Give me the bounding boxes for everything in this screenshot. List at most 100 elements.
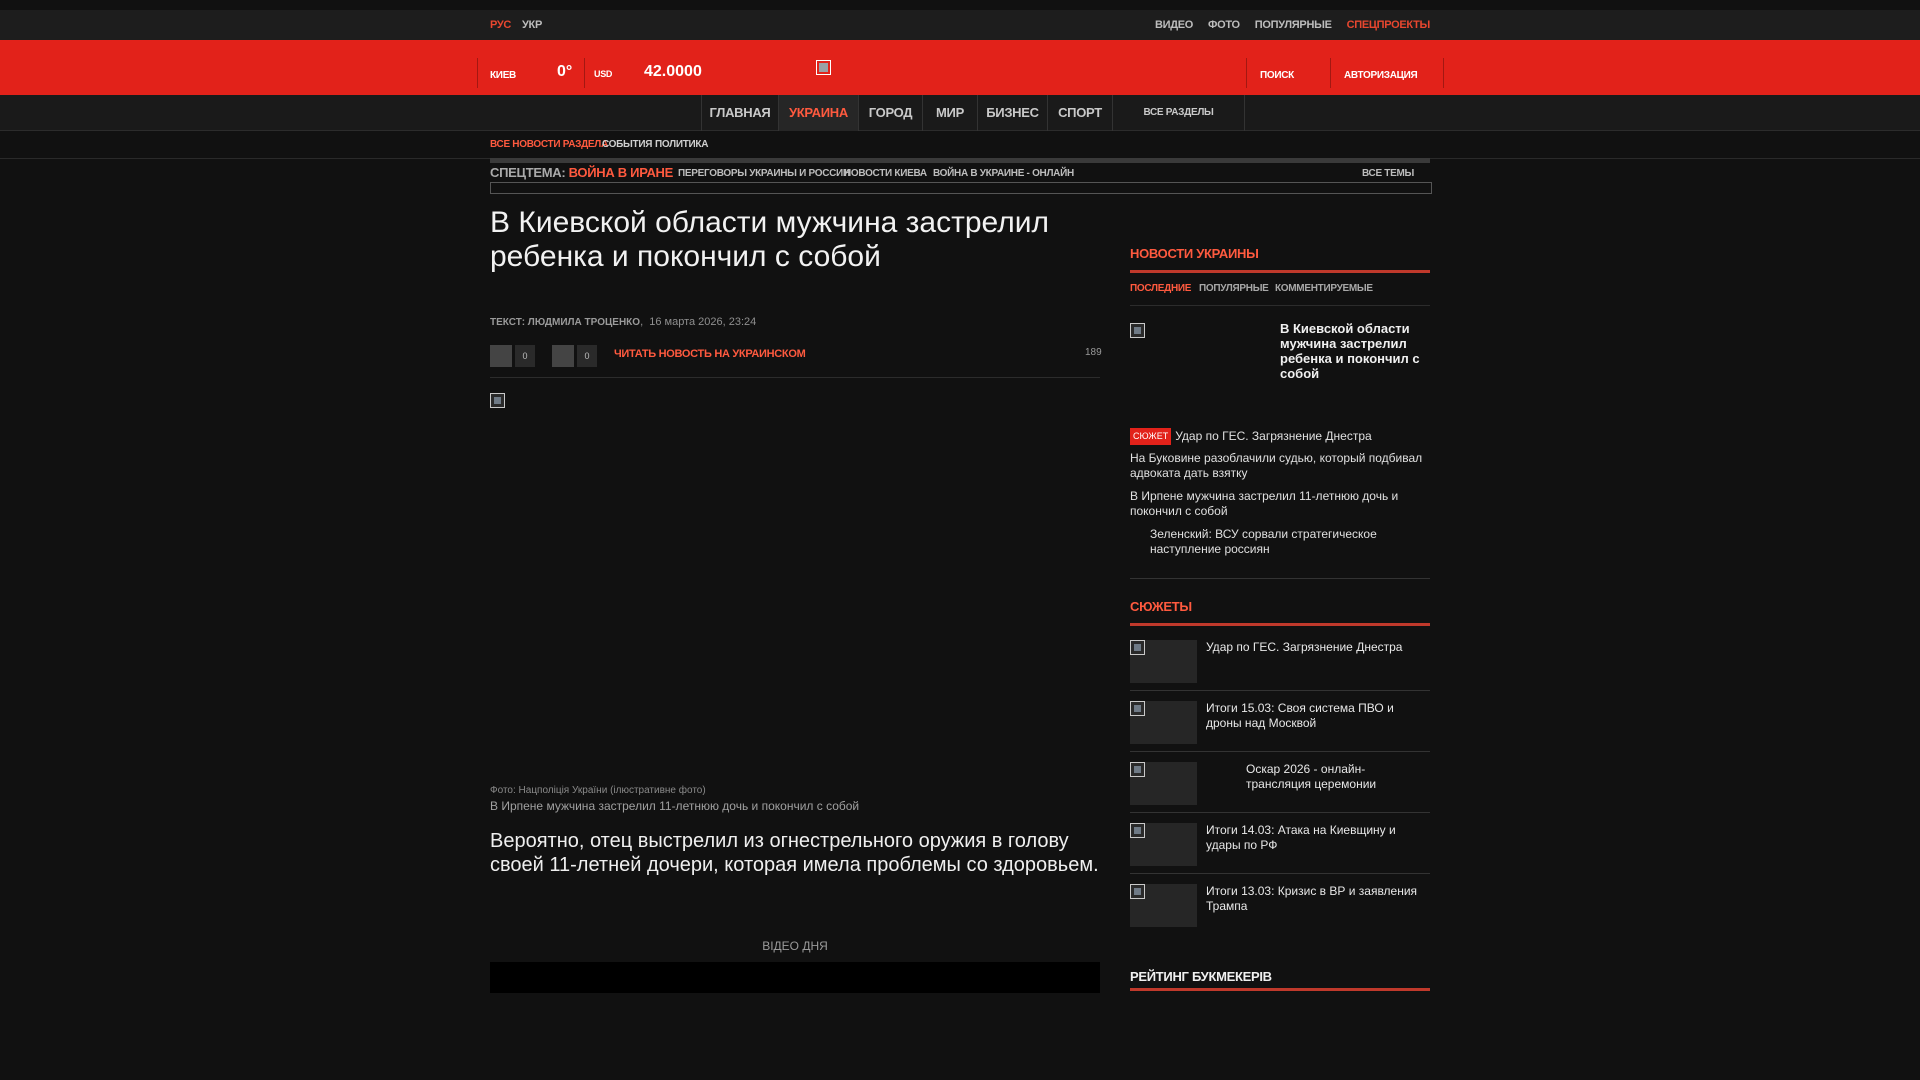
divider — [1130, 690, 1430, 691]
views-count: 189 — [1085, 347, 1102, 358]
divider — [584, 58, 585, 88]
list-item[interactable]: В Ирпене мужчина застрелил 11-летнюю доч… — [1130, 489, 1430, 519]
list-item[interactable]: Зеленский: ВСУ сорвали стратегическое на… — [1130, 527, 1430, 557]
broken-image-icon — [1130, 701, 1145, 716]
featured-news-title[interactable]: В Киевской области мужчина застрелил реб… — [1280, 321, 1430, 381]
subnav-events[interactable]: СОБЫТИЯ — [602, 139, 652, 150]
currency-rate: 42.0000 — [644, 63, 702, 80]
telegram-share-icon[interactable] — [552, 345, 574, 367]
nav-item-world[interactable]: МИР — [922, 95, 977, 131]
story-thumbnail[interactable] — [1130, 762, 1197, 805]
video-of-day-heading: ВІДЕО ДНЯ — [762, 939, 828, 953]
story-badge: СЮЖЕТ — [1130, 428, 1172, 445]
story-title[interactable]: Итоги 15.03: Своя система ПВО и дроны на… — [1206, 701, 1430, 731]
read-in-ukrainian-link[interactable]: ЧИТАТЬ НОВОСТЬ НА УКРАИНСКОМ — [614, 348, 806, 360]
stories-heading[interactable]: СЮЖЕТЫ — [1130, 599, 1192, 614]
article-byline: ТЕКСТ: ЛЮДМИЛА ТРОЦЕНКО, 16 марта 2026, … — [490, 316, 757, 328]
divider — [1130, 305, 1430, 306]
list-item[interactable]: На Буковине разоблачили судью, который п… — [1130, 451, 1430, 481]
site-logo-icon[interactable] — [816, 60, 831, 75]
story-thumbnail[interactable] — [1130, 884, 1197, 927]
currency-label[interactable]: USD — [594, 69, 612, 79]
story-title[interactable]: Оскар 2026 - онлайн-трансляция церемонии — [1206, 762, 1430, 792]
list-item[interactable]: СЮЖЕТ Удар по ГЕС. Загрязнение Днестра — [1130, 428, 1430, 445]
top-links: ВИДЕО ФОТО ПОПУЛЯРНЫЕ СПЕЦПРОЕКТЫ — [1155, 19, 1430, 31]
special-projects-link[interactable]: СПЕЦПРОЕКТЫ — [1347, 19, 1431, 31]
subnav-all-news[interactable]: ВСЕ НОВОСТИ РАЗДЕЛА — [490, 139, 608, 150]
nav-item-business[interactable]: БИЗНЕС — [977, 95, 1047, 131]
nav-item-main[interactable]: ГЛАВНАЯ — [701, 95, 778, 131]
article-lead: Вероятно, отец выстрелил из огнестрельно… — [490, 830, 1099, 876]
special-topic-frame — [490, 182, 1432, 194]
article-photo — [490, 393, 1100, 779]
article-title: В Киевской области мужчина застрелил реб… — [490, 206, 1049, 273]
divider — [1130, 988, 1430, 991]
news-title[interactable]: Зеленский: ВСУ сорвали стратегическое на… — [1150, 527, 1377, 556]
broken-image-icon — [1130, 823, 1145, 838]
special-topic-link[interactable]: ПЕРЕГОВОРЫ УКРАИНЫ И РОССИИ — [678, 168, 850, 179]
story-title[interactable]: Удар по ГЕС. Загрязнение Днестра — [1206, 640, 1430, 655]
divider — [1130, 873, 1430, 874]
divider — [490, 158, 1430, 163]
lang-ukr-link[interactable]: УКР — [522, 19, 542, 31]
article-date: 16 марта 2026, 23:24 — [649, 316, 757, 328]
divider — [1130, 270, 1430, 273]
sidebar-news-heading[interactable]: НОВОСТИ УКРАИНЫ — [1130, 246, 1259, 261]
tab-latest[interactable]: ПОСЛЕДНИЕ — [1130, 283, 1191, 294]
special-topic-bar: СПЕЦТЕМА: ВОЙНА В ИРАНЕ ПЕРЕГОВОРЫ УКРАИ… — [490, 158, 1432, 194]
weather-temperature: 0° — [557, 63, 573, 80]
search-link[interactable]: ПОИСК — [1260, 70, 1294, 81]
story-thumbnail[interactable] — [1130, 640, 1197, 683]
subnav-politics[interactable]: ПОЛИТИКА — [655, 139, 708, 150]
main-nav: ГЛАВНАЯ УКРАИНА ГОРОД МИР БИЗНЕС СПОРТ В… — [0, 95, 1920, 131]
weather-city[interactable]: КИЕВ — [490, 70, 516, 81]
bookmakers-rating-heading: РЕЙТИНГ БУКМЕКЕРІВ — [1130, 969, 1272, 984]
section-subnav: ВСЕ НОВОСТИ РАЗДЕЛА СОБЫТИЯ ПОЛИТИКА — [0, 131, 1920, 159]
special-topic-label: СПЕЦТЕМА: ВОЙНА В ИРАНЕ — [490, 165, 673, 180]
divider — [1130, 812, 1430, 813]
divider — [477, 58, 478, 88]
nav-item-sport[interactable]: СПОРТ — [1047, 95, 1112, 131]
facebook-share-icon[interactable] — [490, 345, 512, 367]
nav-item-city[interactable]: ГОРОД — [858, 95, 922, 131]
all-topics-link[interactable]: ВСЕ ТЕМЫ — [1362, 168, 1414, 179]
article-author[interactable]: ТЕКСТ: ЛЮДМИЛА ТРОЦЕНКО — [490, 317, 640, 328]
nav-item-all-sections[interactable]: ВСЕ РАЗДЕЛЫ — [1112, 95, 1245, 131]
popular-link[interactable]: ПОПУЛЯРНЫЕ — [1255, 19, 1332, 31]
photo-link[interactable]: ФОТО — [1208, 19, 1240, 31]
tab-popular[interactable]: ПОПУЛЯРНЫЕ — [1199, 283, 1269, 294]
news-title[interactable]: В Ирпене мужчина застрелил 11-летнюю доч… — [1130, 489, 1398, 518]
broken-image-icon — [490, 393, 505, 408]
auth-link[interactable]: АВТОРИЗАЦИЯ — [1344, 70, 1418, 81]
lang-rus-link[interactable]: РУС — [490, 19, 511, 31]
special-topic-link[interactable]: НОВОСТИ КИЕВА — [844, 168, 927, 179]
nav-item-ukraine[interactable]: УКРАИНА — [778, 95, 858, 131]
broken-image-icon — [1130, 762, 1145, 777]
divider — [1130, 578, 1430, 579]
divider — [490, 377, 1100, 378]
share-count: 0 — [577, 345, 597, 367]
story-title[interactable]: Итоги 14.03: Атака на Киевщину и удары п… — [1206, 823, 1430, 853]
news-title[interactable]: Удар по ГЕС. Загрязнение Днестра — [1175, 429, 1371, 443]
divider — [1330, 58, 1331, 88]
top-bar: РУС УКР ВИДЕО ФОТО ПОПУЛЯРНЫЕ СПЕЦПРОЕКТ… — [0, 10, 1920, 40]
story-thumbnail[interactable] — [1130, 701, 1197, 744]
divider — [1130, 751, 1430, 752]
divider — [1130, 623, 1430, 626]
video-player[interactable] — [490, 962, 1100, 993]
news-title[interactable]: На Буковине разоблачили судью, который п… — [1130, 451, 1422, 480]
featured-news-image[interactable] — [1130, 323, 1145, 338]
story-title[interactable]: Итоги 13.03: Кризис в ВР и заявления Тра… — [1206, 884, 1430, 914]
story-thumbnail[interactable] — [1130, 823, 1197, 866]
special-topic-main-link[interactable]: ВОЙНА В ИРАНЕ — [569, 165, 674, 180]
photo-credit: Фото: Нацполіція України (ілюстративне ф… — [490, 785, 706, 796]
header-bar: КИЕВ 0° USD 42.0000 ПОИСК АВТОРИЗАЦИЯ — [0, 40, 1920, 95]
share-count: 0 — [515, 345, 535, 367]
photo-caption: В Ирпене мужчина застрелил 11-летнюю доч… — [490, 799, 860, 813]
broken-image-icon — [1130, 884, 1145, 899]
special-topic-link[interactable]: ВОЙНА В УКРАИНЕ - ОНЛАЙН — [933, 168, 1074, 179]
broken-image-icon — [1130, 640, 1145, 655]
tab-commented[interactable]: КОММЕНТИРУЕМЫЕ — [1275, 283, 1373, 294]
divider — [1246, 58, 1247, 88]
video-link[interactable]: ВИДЕО — [1155, 19, 1193, 31]
